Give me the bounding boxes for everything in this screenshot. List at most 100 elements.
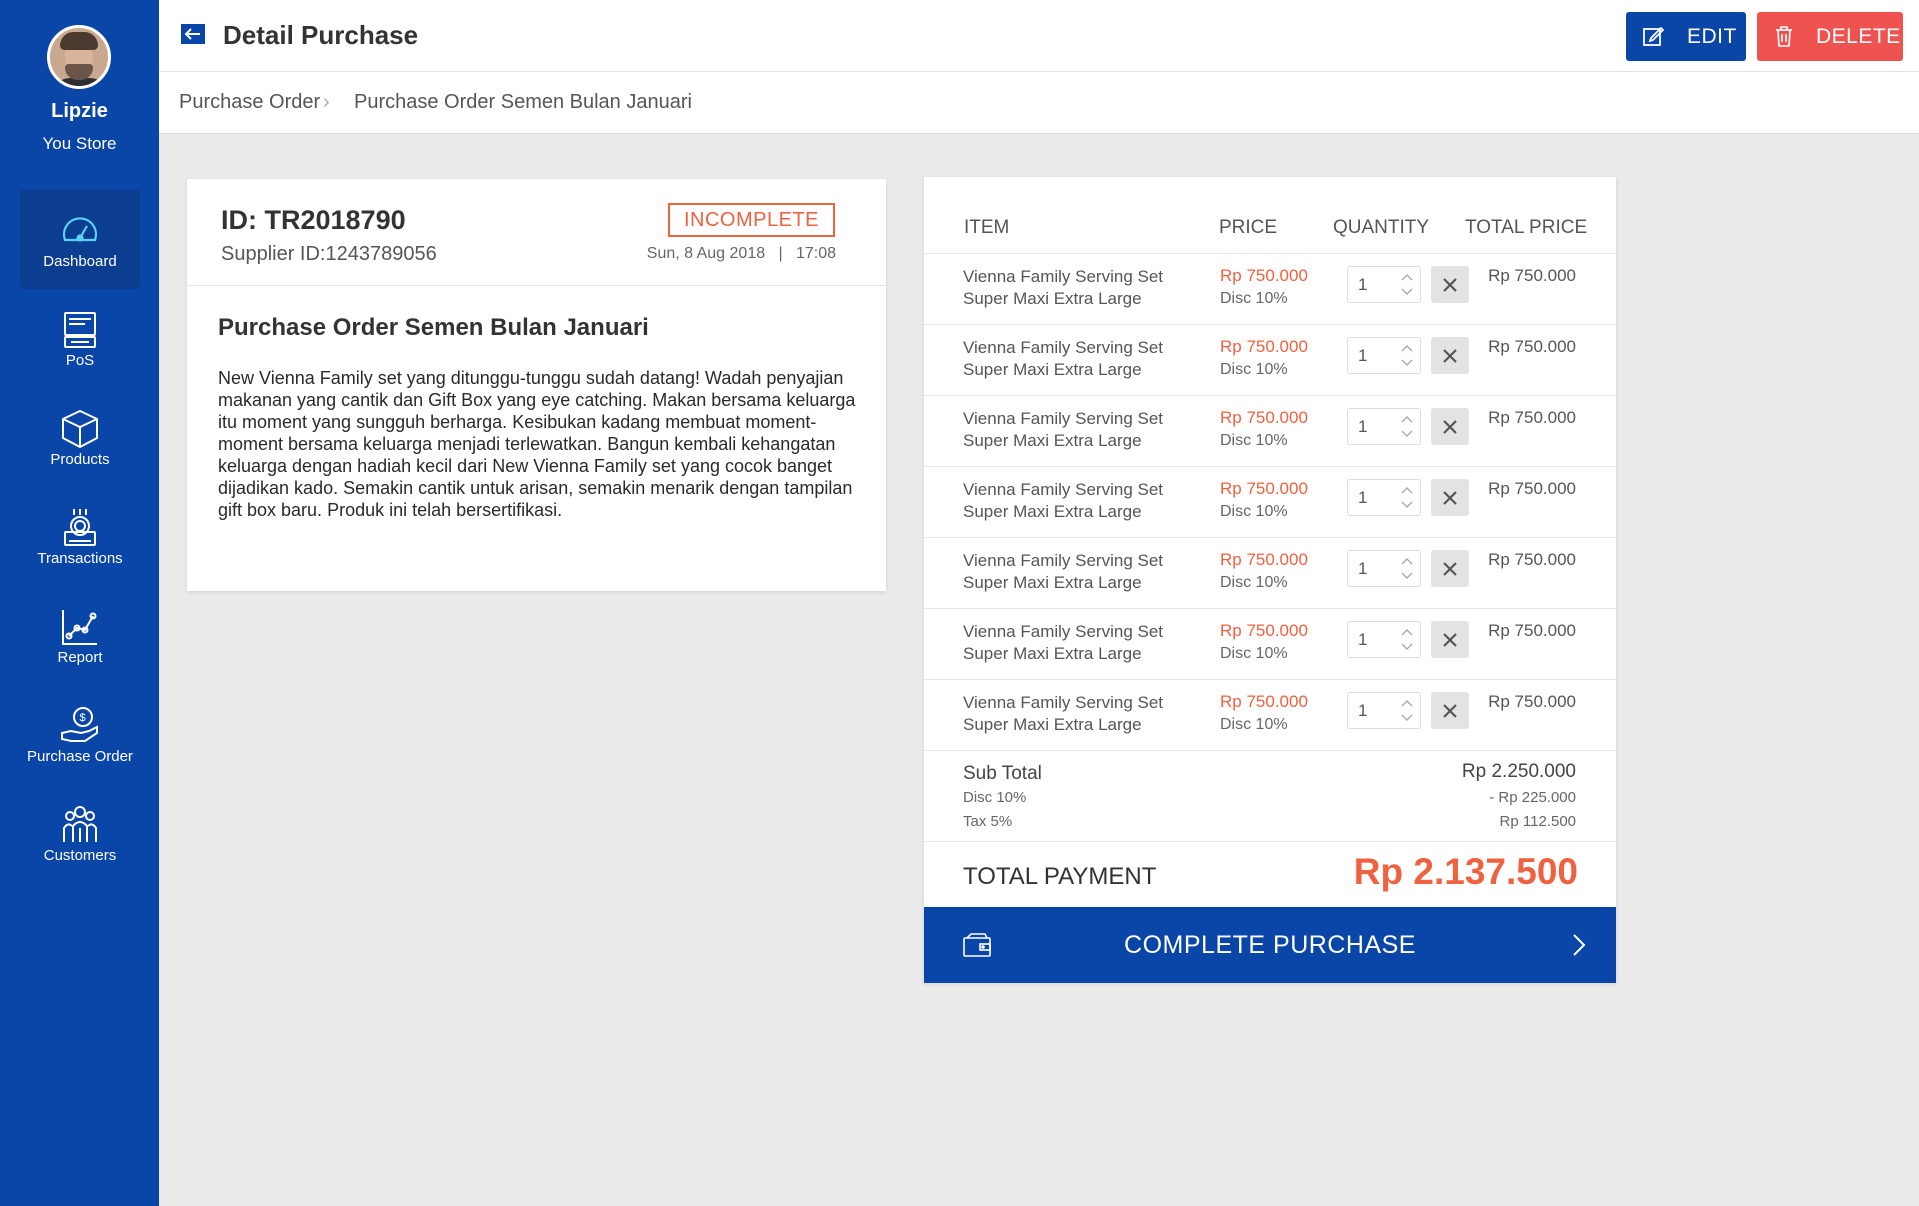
purchase-order-icon: $ bbox=[61, 707, 98, 742]
item-title: Vienna Family Serving Set bbox=[963, 409, 1164, 428]
close-icon bbox=[1443, 562, 1457, 576]
chevron-up-icon[interactable] bbox=[1400, 343, 1414, 353]
sidebar-item-label: Report bbox=[57, 649, 103, 666]
item-title: Vienna Family Serving Set bbox=[963, 338, 1164, 357]
item-name: Vienna Family Serving Set Super Maxi Ext… bbox=[963, 408, 1193, 452]
quantity-stepper[interactable]: 1 bbox=[1347, 337, 1421, 374]
quantity-stepper[interactable]: 1 bbox=[1347, 550, 1421, 587]
order-items-list: Vienna Family Serving Set Super Maxi Ext… bbox=[924, 253, 1616, 750]
chevron-up-icon[interactable] bbox=[1400, 627, 1414, 637]
chevron-down-icon[interactable] bbox=[1400, 500, 1414, 510]
chevron-down-icon[interactable] bbox=[1400, 358, 1414, 368]
edit-button[interactable]: EDIT bbox=[1626, 12, 1746, 61]
item-variant: Super Maxi Extra Large bbox=[963, 360, 1142, 379]
item-discount: Disc 10% bbox=[1220, 432, 1288, 449]
sidebar-item-purchase-order[interactable]: $ Purchase Order bbox=[20, 685, 140, 784]
item-name: Vienna Family Serving Set Super Maxi Ext… bbox=[963, 479, 1193, 523]
column-header-total-price: TOTAL PRICE bbox=[1465, 217, 1588, 238]
sidebar-item-label: Dashboard bbox=[43, 253, 117, 270]
item-price: Rp 750.000 bbox=[1220, 337, 1308, 356]
sidebar-item-products[interactable]: Products bbox=[20, 388, 140, 487]
item-price: Rp 750.000 bbox=[1220, 550, 1308, 569]
quantity-input[interactable]: 1 bbox=[1358, 417, 1367, 437]
quantity-stepper[interactable]: 1 bbox=[1347, 692, 1421, 729]
item-name: Vienna Family Serving Set Super Maxi Ext… bbox=[963, 692, 1193, 736]
quantity-input[interactable]: 1 bbox=[1358, 559, 1367, 579]
chevron-down-icon[interactable] bbox=[1400, 642, 1414, 652]
chevron-down-icon[interactable] bbox=[1400, 713, 1414, 723]
chevron-up-icon[interactable] bbox=[1400, 414, 1414, 424]
table-row: Vienna Family Serving Set Super Maxi Ext… bbox=[924, 324, 1616, 395]
order-datetime: Sun, 8 Aug 2018 | 17:08 bbox=[647, 245, 836, 263]
item-price: Rp 750.000 bbox=[1220, 479, 1308, 498]
chevron-up-icon[interactable] bbox=[1400, 698, 1414, 708]
quantity-stepper[interactable]: 1 bbox=[1347, 621, 1421, 658]
delete-button-label: DELETE bbox=[1816, 25, 1901, 48]
trash-icon bbox=[1776, 26, 1792, 47]
chevron-down-icon[interactable] bbox=[1400, 571, 1414, 581]
quantity-input[interactable]: 1 bbox=[1358, 630, 1367, 650]
remove-item-button[interactable] bbox=[1431, 479, 1469, 516]
chevron-down-icon[interactable] bbox=[1400, 429, 1414, 439]
sidebar-item-dashboard[interactable]: Dashboard bbox=[20, 190, 140, 289]
item-title: Vienna Family Serving Set bbox=[963, 551, 1164, 570]
quantity-stepper[interactable]: 1 bbox=[1347, 408, 1421, 445]
sidebar-item-report[interactable]: Report bbox=[20, 586, 140, 685]
item-price: Rp 750.000 bbox=[1220, 266, 1308, 285]
sidebar-item-label: PoS bbox=[65, 352, 95, 369]
chevron-up-icon[interactable] bbox=[1400, 272, 1414, 282]
item-name: Vienna Family Serving Set Super Maxi Ext… bbox=[963, 266, 1193, 310]
user-profile: Lipzie You Store bbox=[0, 0, 159, 176]
item-variant: Super Maxi Extra Large bbox=[963, 289, 1142, 308]
remove-item-button[interactable] bbox=[1431, 621, 1469, 658]
quantity-input[interactable]: 1 bbox=[1358, 488, 1367, 508]
order-date: Sun, 8 Aug 2018 bbox=[646, 245, 766, 262]
remove-item-button[interactable] bbox=[1431, 408, 1469, 445]
sidebar-item-customers[interactable]: Customers bbox=[20, 784, 140, 883]
item-variant: Super Maxi Extra Large bbox=[963, 431, 1142, 450]
item-price: Rp 750.000 bbox=[1220, 408, 1308, 427]
remove-item-button[interactable] bbox=[1431, 337, 1469, 374]
quantity-stepper[interactable]: 1 bbox=[1347, 479, 1421, 516]
svg-text:$: $ bbox=[80, 712, 86, 724]
chevron-up-icon[interactable] bbox=[1400, 485, 1414, 495]
sidebar-item-label: Purchase Order bbox=[27, 748, 133, 765]
table-row: Vienna Family Serving Set Super Maxi Ext… bbox=[924, 608, 1616, 679]
item-variant: Super Maxi Extra Large bbox=[963, 644, 1142, 663]
products-icon bbox=[62, 409, 98, 449]
item-variant: Super Maxi Extra Large bbox=[963, 573, 1142, 592]
chevron-right-icon: › bbox=[323, 91, 330, 113]
column-header-quantity: QUANTITY bbox=[1333, 217, 1430, 238]
edit-button-label: EDIT bbox=[1687, 25, 1737, 48]
sidebar-item-pos[interactable]: PoS bbox=[20, 289, 140, 388]
back-button[interactable] bbox=[181, 24, 205, 44]
dashboard-icon bbox=[62, 217, 98, 242]
complete-purchase-button[interactable]: COMPLETE PURCHASE bbox=[924, 907, 1616, 983]
quantity-input[interactable]: 1 bbox=[1358, 346, 1367, 366]
quantity-stepper[interactable]: 1 bbox=[1347, 266, 1421, 303]
arrow-left-icon bbox=[184, 28, 200, 40]
quantity-input[interactable]: 1 bbox=[1358, 701, 1367, 721]
transactions-icon bbox=[64, 509, 96, 546]
quantity-input[interactable]: 1 bbox=[1358, 275, 1367, 295]
chevron-up-icon[interactable] bbox=[1400, 556, 1414, 566]
report-icon bbox=[62, 610, 97, 645]
remove-item-button[interactable] bbox=[1431, 266, 1469, 303]
table-row: Vienna Family Serving Set Super Maxi Ext… bbox=[924, 395, 1616, 466]
purchase-order-title: Purchase Order Semen Bulan Januari bbox=[218, 314, 649, 341]
delete-button[interactable]: DELETE bbox=[1757, 12, 1903, 61]
total-payment-row: TOTAL PAYMENT Rp 2.137.500 bbox=[924, 841, 1616, 907]
breadcrumb-item-purchase-order[interactable]: Purchase Order bbox=[179, 91, 320, 114]
item-total-price: Rp 750.000 bbox=[1488, 621, 1576, 640]
avatar[interactable] bbox=[47, 25, 111, 89]
sidebar-item-label: Customers bbox=[43, 847, 117, 864]
item-title: Vienna Family Serving Set bbox=[963, 267, 1164, 286]
transaction-id: ID: TR2018790 bbox=[221, 205, 406, 235]
item-name: Vienna Family Serving Set Super Maxi Ext… bbox=[963, 550, 1193, 594]
page-title: Detail Purchase bbox=[223, 20, 419, 50]
sidebar-item-transactions[interactable]: Transactions bbox=[20, 487, 140, 586]
chevron-down-icon[interactable] bbox=[1400, 287, 1414, 297]
remove-item-button[interactable] bbox=[1431, 550, 1469, 587]
remove-item-button[interactable] bbox=[1431, 692, 1469, 729]
item-total-price: Rp 750.000 bbox=[1488, 479, 1576, 498]
